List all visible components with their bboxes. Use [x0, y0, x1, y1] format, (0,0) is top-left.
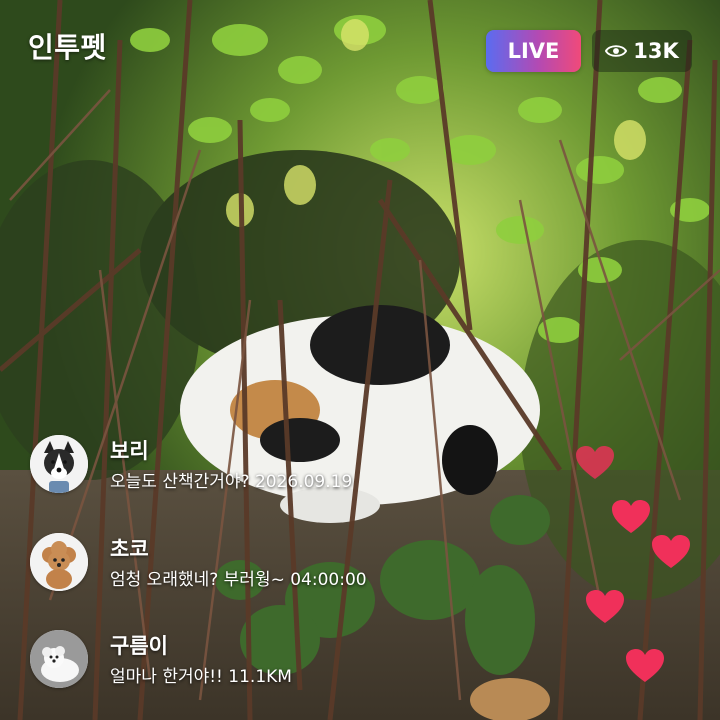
white-dog-icon — [30, 630, 88, 688]
comment-username: 초코 — [110, 537, 149, 561]
comment-text: 엄청 오래했네? 부러웡~ 04:00:00 — [110, 570, 367, 590]
comment-text: 오늘도 산책간거야? 2026.09.19 — [110, 472, 353, 492]
poodle-dog-icon — [30, 533, 88, 591]
heart-icon — [626, 649, 664, 682]
heart-icon — [612, 500, 650, 533]
live-badge: LIVE — [486, 30, 581, 72]
viewer-count: 13K — [633, 39, 679, 63]
chat-comment: 초코 엄청 오래했네? 부러웡~ 04:00:00 — [30, 533, 450, 593]
heart-icon — [586, 590, 624, 623]
avatar[interactable] — [30, 435, 88, 493]
heart-reaction — [611, 499, 651, 535]
comment-username: 보리 — [110, 439, 149, 463]
chat-comment: 구름이 얼마나 한거야!! 11.1KM — [30, 630, 450, 690]
heart-reaction — [625, 648, 665, 684]
app-logo: 인투펫 — [28, 31, 107, 64]
heart-icon — [576, 446, 614, 479]
viewer-count-badge: 13K — [592, 30, 692, 72]
heart-reaction — [585, 589, 625, 625]
heart-icon — [652, 535, 690, 568]
heart-reaction — [651, 534, 691, 570]
live-stream-view: 인투펫 LIVE 13K 보리 오늘도 산책간거야? 2026.09.19 초코… — [0, 0, 720, 720]
comment-text: 얼마나 한거야!! 11.1KM — [110, 667, 292, 687]
chat-comment: 보리 오늘도 산책간거야? 2026.09.19 — [30, 435, 450, 495]
comment-username: 구름이 — [110, 634, 168, 658]
avatar[interactable] — [30, 630, 88, 688]
heart-reaction — [575, 445, 615, 481]
avatar[interactable] — [30, 533, 88, 591]
eye-icon — [605, 45, 628, 57]
husky-dog-icon — [30, 435, 88, 493]
